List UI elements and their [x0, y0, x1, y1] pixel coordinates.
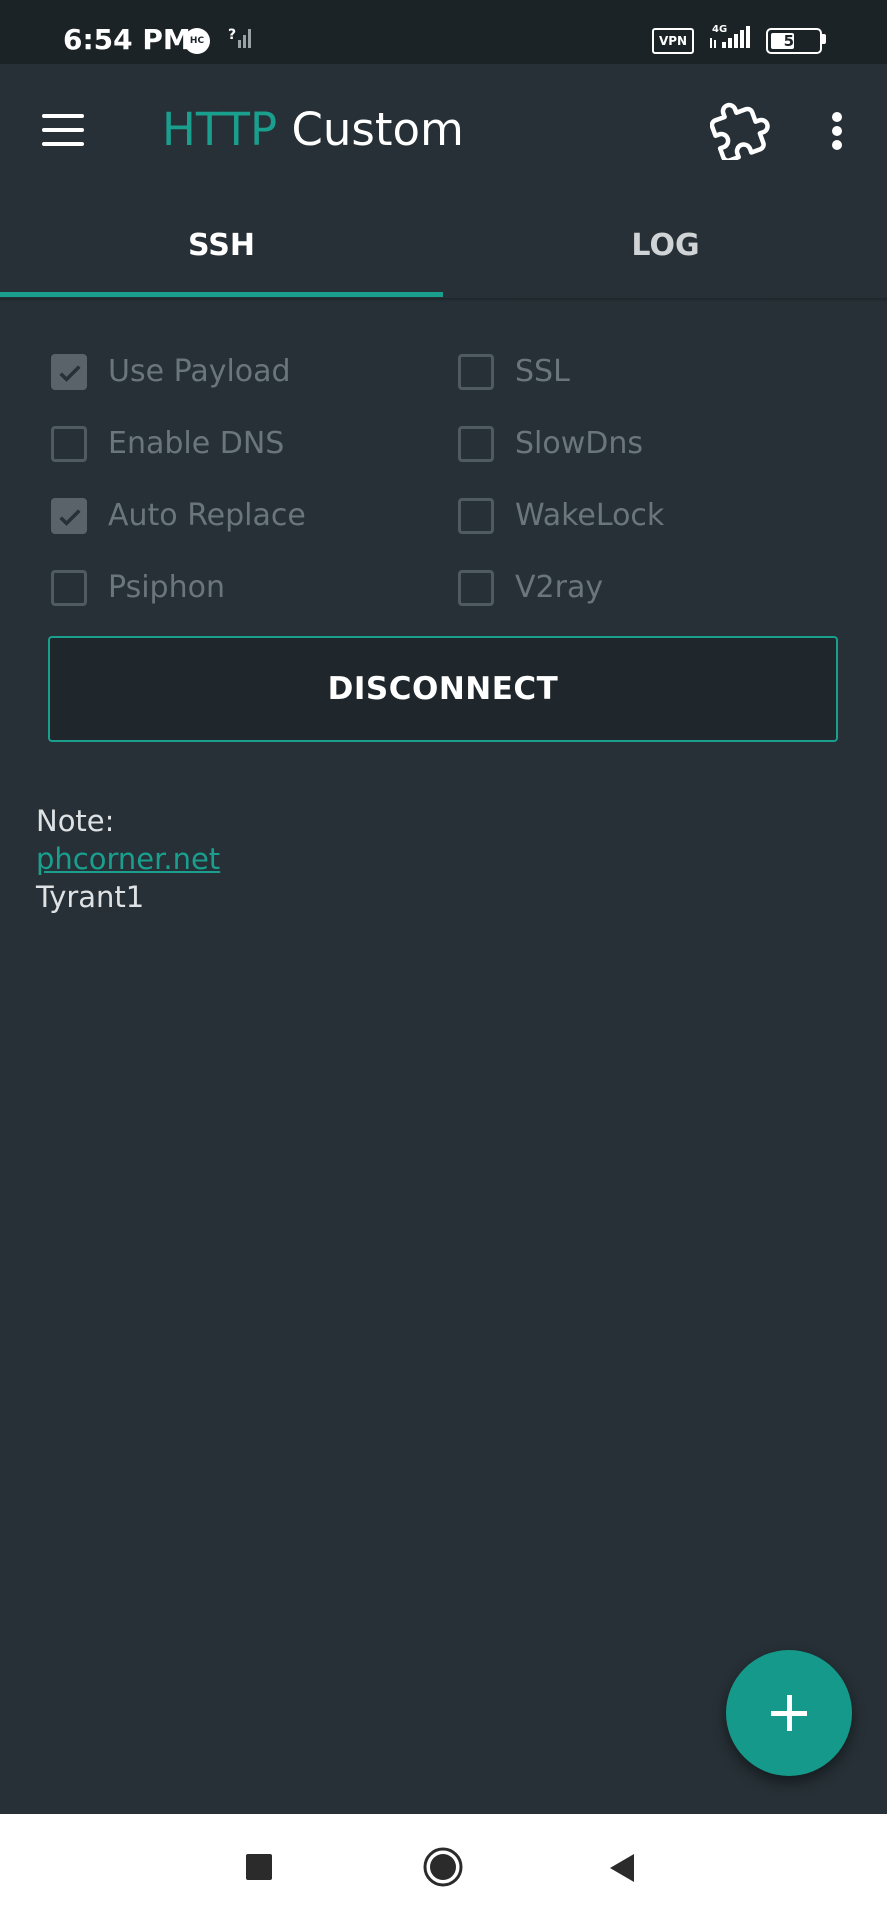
tab-ssh[interactable]: SSH — [0, 196, 443, 298]
tab-log[interactable]: LOG — [444, 196, 887, 298]
tab-divider — [0, 298, 887, 302]
svg-text:4G: 4G — [712, 24, 727, 35]
battery-level: 51 — [783, 32, 805, 50]
option-psiphon[interactable]: Psiphon — [51, 562, 431, 618]
no-sim-signal-icon: ? — [228, 27, 251, 48]
option-auto-replace[interactable]: Auto Replace — [51, 490, 431, 546]
checkbox[interactable] — [51, 426, 87, 462]
note-heading: Note: — [36, 804, 115, 838]
more-vert-icon[interactable] — [810, 100, 864, 160]
option-label: Enable DNS — [108, 426, 285, 461]
checkbox[interactable] — [458, 426, 494, 462]
note-link[interactable]: phcorner.net — [36, 840, 220, 878]
option-wakelock[interactable]: WakeLock — [458, 490, 838, 546]
option-ssl[interactable]: SSL — [458, 346, 838, 402]
option-label: SlowDns — [515, 426, 644, 461]
disconnect-button[interactable]: DISCONNECT — [48, 636, 838, 742]
puzzle-icon[interactable] — [710, 100, 770, 160]
app-title-main: Custom — [277, 103, 464, 156]
note-block: Note: phcorner.net Tyrant1 — [36, 802, 220, 916]
option-label: Use Payload — [108, 354, 291, 389]
checkbox[interactable] — [458, 570, 494, 606]
cell-signal-icon: 4G — [710, 24, 750, 48]
check-icon — [59, 509, 81, 526]
back-triangle-icon[interactable] — [606, 1852, 638, 1884]
vpn-badge: VPN — [652, 28, 694, 54]
note-text: Tyrant1 — [36, 880, 145, 914]
option-label: WakeLock — [515, 498, 665, 533]
app-title-accent: HTTP — [162, 103, 278, 156]
status-time: 6:54 PM — [63, 23, 191, 56]
option-label: Auto Replace — [108, 498, 306, 533]
menu-icon[interactable] — [30, 104, 96, 158]
app-title: HTTP Custom — [162, 102, 464, 158]
checkbox[interactable] — [458, 354, 494, 390]
battery-icon: 51 — [766, 28, 822, 54]
option-enable-dns[interactable]: Enable DNS — [51, 418, 431, 474]
option-v2ray[interactable]: V2ray — [458, 562, 838, 618]
checkbox[interactable] — [51, 354, 87, 390]
tab-bar: SSH LOG — [0, 196, 887, 298]
checkbox[interactable] — [51, 498, 87, 534]
option-label: V2ray — [515, 570, 604, 605]
svg-text:?: ? — [228, 27, 236, 43]
tab-indicator — [0, 292, 443, 297]
check-icon — [59, 365, 81, 382]
option-use-payload[interactable]: Use Payload — [51, 346, 431, 402]
hc-app-icon: HC — [184, 28, 210, 54]
app-bar: HTTP Custom — [0, 64, 887, 196]
option-slowdns[interactable]: SlowDns — [458, 418, 838, 474]
battery-tip — [822, 34, 826, 44]
screen: 6:54 PM HC ? VPN 4G 51 HTTP Custom SSH L… — [0, 0, 887, 1920]
checkbox[interactable] — [458, 498, 494, 534]
status-bar: 6:54 PM HC ? VPN 4G 51 — [0, 0, 887, 64]
option-label: Psiphon — [108, 570, 225, 605]
home-circle-icon[interactable] — [422, 1846, 464, 1888]
option-label: SSL — [515, 354, 570, 389]
add-fab-button[interactable] — [726, 1650, 852, 1776]
checkbox[interactable] — [51, 570, 87, 606]
system-nav-bar — [0, 1814, 887, 1920]
add-icon — [787, 1695, 792, 1731]
recents-square-icon[interactable] — [246, 1854, 272, 1880]
